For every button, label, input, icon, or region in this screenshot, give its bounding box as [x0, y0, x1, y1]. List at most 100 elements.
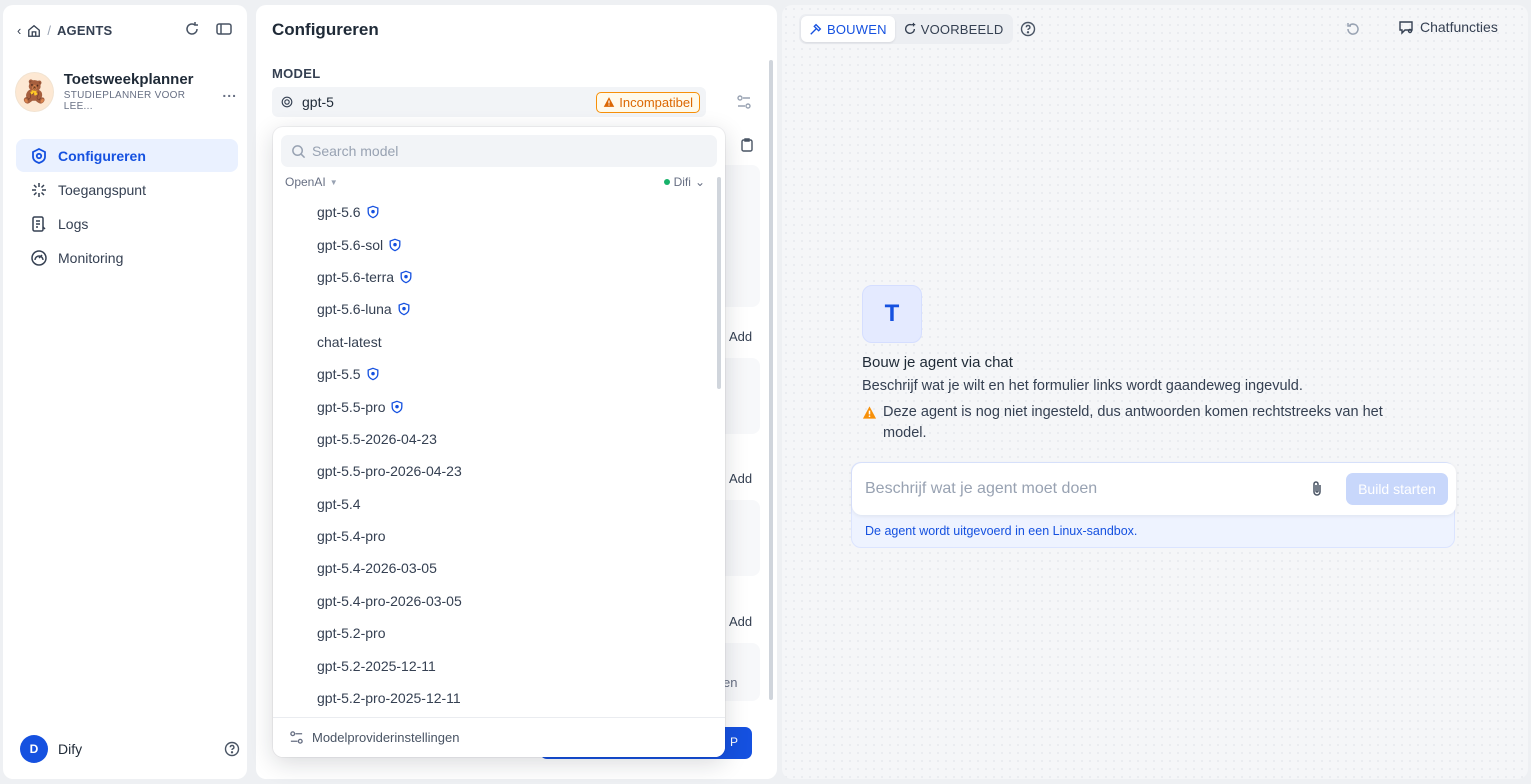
model-option-label: gpt-5.4: [317, 495, 361, 512]
user-avatar: D: [20, 735, 48, 763]
agent-description-input[interactable]: [865, 480, 1308, 498]
breadcrumb-separator: /: [47, 23, 51, 38]
agent-card[interactable]: 🧸 Toetsweekplanner STUDIEPLANNER VOOR LE…: [15, 71, 237, 112]
sidebar-item-monitoring[interactable]: Monitoring: [16, 241, 238, 274]
more-options-icon[interactable]: ...: [222, 84, 237, 100]
sidebar-item-label: Configureren: [58, 147, 146, 164]
model-option[interactable]: gpt-5.6-sol: [273, 228, 718, 260]
back-chevron-icon[interactable]: ‹: [17, 23, 21, 38]
sidebar-nav: Configureren Toegangspunt Logs Monitorin…: [16, 139, 238, 275]
model-option-label: gpt-5.2-pro: [317, 625, 386, 642]
model-label: MODEL: [272, 66, 321, 81]
agent-builder-logo: T: [862, 285, 922, 343]
sidebar-item-label: Toegangspunt: [58, 181, 146, 198]
model-option[interactable]: gpt-5.6: [273, 196, 718, 228]
sidebar: ‹ / AGENTS 🧸 Toetsweekplanner STUDIEPLAN…: [3, 5, 247, 779]
intro-heading: Bouw je agent via chat: [862, 354, 1013, 371]
model-value: gpt-5: [302, 94, 334, 110]
add-button-1[interactable]: Add: [729, 329, 752, 344]
scrollbar[interactable]: [769, 60, 773, 700]
provider-row: OpenAI ▼ Difi ⌄: [285, 175, 705, 189]
reset-icon[interactable]: [1345, 21, 1361, 37]
model-option-label: gpt-5.5-pro-2026-04-23: [317, 463, 462, 480]
settings-sliders-icon: [290, 731, 303, 744]
model-option-label: gpt-5.6: [317, 204, 361, 221]
breadcrumb: ‹ / AGENTS: [17, 23, 112, 38]
log-icon: [32, 215, 46, 232]
model-option[interactable]: gpt-5.5-pro-2026-04-23: [273, 455, 718, 487]
sandbox-note: De agent wordt uitgevoerd in een Linux-s…: [865, 524, 1138, 538]
help-icon[interactable]: [1020, 21, 1036, 37]
intro-text: Beschrijf wat je wilt en het formulier l…: [862, 378, 1303, 394]
prompt-box: Build starten: [852, 463, 1456, 515]
paperclip-icon[interactable]: [1308, 480, 1326, 498]
model-option[interactable]: chat-latest: [273, 326, 718, 358]
refresh-icon[interactable]: [182, 19, 202, 39]
agent-name: Toetsweekplanner: [63, 71, 194, 88]
add-button-3[interactable]: Add: [729, 614, 752, 629]
sidebar-item-toegangspunt[interactable]: Toegangspunt: [16, 173, 238, 206]
gauge-icon: [31, 249, 47, 266]
search-icon: [292, 144, 306, 158]
model-option[interactable]: gpt-5.4-pro-2026-03-05: [273, 585, 718, 617]
breadcrumb-section[interactable]: AGENTS: [57, 23, 112, 38]
hammer-icon: [810, 23, 822, 35]
clipboard-icon[interactable]: [739, 137, 755, 153]
model-option[interactable]: gpt-5.6-terra: [273, 261, 718, 293]
model-option-label: gpt-5.4-pro: [317, 528, 386, 545]
warning-icon: [604, 97, 615, 107]
model-option-label: gpt-5.5-2026-04-23: [317, 430, 437, 447]
model-option[interactable]: gpt-5.5-pro: [273, 390, 718, 422]
model-provider-settings[interactable]: Modelproviderinstellingen: [273, 717, 725, 757]
warning-note: Deze agent is nog niet ingesteld, dus an…: [862, 402, 1422, 444]
model-option[interactable]: gpt-5.4-2026-03-05: [273, 552, 718, 584]
model-option-label: gpt-5.5-pro: [317, 398, 386, 415]
model-option[interactable]: gpt-5.2-pro: [273, 617, 718, 649]
mode-toggle: BOUWEN VOORBEELD: [799, 14, 1014, 44]
sidebar-item-logs[interactable]: Logs: [16, 207, 238, 240]
model-option[interactable]: gpt-5.5-2026-04-23: [273, 423, 718, 455]
model-option[interactable]: gpt-5.4-pro: [273, 520, 718, 552]
model-option[interactable]: gpt-5.2-2025-12-11: [273, 649, 718, 681]
shield-icon: [389, 238, 401, 251]
model-option-label: gpt-5.6-luna: [317, 301, 392, 318]
shield-icon: [398, 302, 410, 316]
avatar: 🧸: [15, 71, 54, 112]
shield-icon: [367, 205, 379, 219]
add-button-2[interactable]: Add: [729, 471, 752, 486]
provider-name[interactable]: OpenAI: [285, 175, 326, 189]
model-selector[interactable]: gpt-5 Incompatibel: [272, 87, 706, 117]
tab-bouwen[interactable]: BOUWEN: [801, 16, 895, 42]
model-option[interactable]: gpt-5.5: [273, 358, 718, 390]
warning-icon: [862, 406, 877, 419]
model-option[interactable]: gpt-5.4: [273, 488, 718, 520]
model-option-label: gpt-5.6-terra: [317, 268, 395, 285]
sparkle-icon: [32, 182, 46, 197]
help-icon[interactable]: [224, 741, 240, 757]
search-input[interactable]: [312, 143, 692, 159]
shield-icon: [392, 400, 403, 413]
openai-icon: [281, 96, 293, 108]
workspace-selector[interactable]: Difi ⌄: [663, 175, 705, 189]
model-option[interactable]: gpt-5.2-pro-2025-12-11: [273, 682, 718, 714]
model-option-label: gpt-5.2-pro-2025-12-11: [317, 690, 461, 707]
user-footer[interactable]: D Dify: [20, 735, 240, 763]
shield-icon: [367, 367, 379, 381]
model-option-label: gpt-5.4-pro-2026-03-05: [317, 592, 462, 609]
build-start-button[interactable]: Build starten: [1346, 473, 1448, 505]
shield-icon: [400, 270, 412, 284]
incompatible-badge: Incompatibel: [596, 91, 700, 113]
parameters-icon[interactable]: [736, 94, 752, 110]
chat-features-button[interactable]: Chatfuncties: [1398, 19, 1498, 35]
sidebar-item-configureren[interactable]: Configureren: [16, 139, 238, 172]
model-list: gpt-5.6 gpt-5.6-sol gpt-5.6-terra gpt-5.6-l…: [273, 196, 718, 714]
dropdown-scrollbar[interactable]: [717, 177, 721, 389]
sidebar-toggle-icon[interactable]: [214, 19, 234, 39]
preview-panel: BOUWEN VOORBEELD Chatfuncties T Bouw je …: [782, 5, 1528, 779]
model-option[interactable]: gpt-5.6-luna: [273, 293, 718, 325]
tab-voorbeeld[interactable]: VOORBEELD: [895, 16, 1012, 42]
home-icon[interactable]: [27, 24, 41, 38]
caret-down-icon[interactable]: ▼: [330, 178, 338, 187]
sidebar-item-label: Monitoring: [58, 249, 124, 266]
model-option-label: gpt-5.6-sol: [317, 236, 384, 253]
